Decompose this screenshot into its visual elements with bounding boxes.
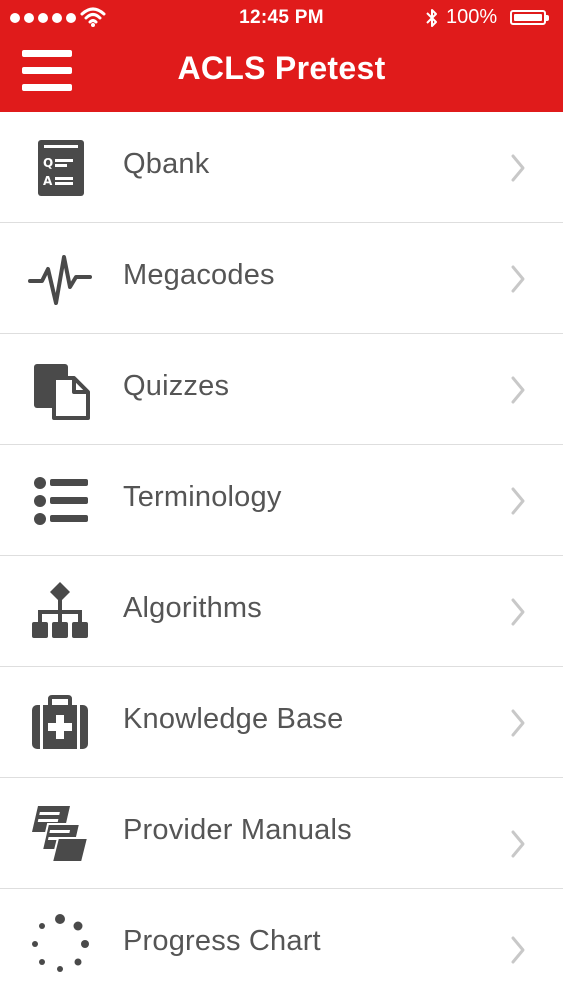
menu-item-qbank[interactable]: Q A Qbank: [0, 112, 563, 223]
menu-item-label: Algorithms: [123, 592, 262, 624]
battery-percentage: 100%: [446, 6, 498, 28]
bluetooth-icon: [426, 9, 437, 27]
menu-item-quizzes[interactable]: Quizzes: [0, 334, 563, 445]
bulleted-list-icon: [34, 477, 88, 525]
svg-text:Q: Q: [43, 156, 53, 170]
menu-item-label: Provider Manuals: [123, 814, 352, 846]
menu-item-progress-chart[interactable]: Progress Chart: [0, 889, 563, 1000]
menu-item-label: Megacodes: [123, 259, 275, 291]
page-title: ACLS Pretest: [177, 50, 386, 86]
menu-item-terminology[interactable]: Terminology: [0, 445, 563, 556]
menu-item-algorithms[interactable]: Algorithms: [0, 556, 563, 667]
flowchart-icon: [32, 582, 88, 638]
heartbeat-icon: [28, 255, 92, 305]
medical-kit-icon: [32, 695, 88, 749]
chevron-right-icon: [511, 265, 525, 293]
loading-dots-icon: [32, 914, 89, 972]
menu-item-knowledge-base[interactable]: Knowledge Base: [0, 667, 563, 778]
menu-item-label: Quizzes: [123, 370, 230, 402]
main-menu-list: Q A Qbank Megacodes Quizzes Terminology …: [0, 112, 563, 1000]
svg-text:A: A: [43, 174, 53, 188]
menu-item-label: Terminology: [123, 481, 282, 513]
menu-item-label: Progress Chart: [123, 925, 321, 957]
chevron-right-icon: [511, 376, 525, 404]
chevron-right-icon: [511, 154, 525, 182]
books-icon: [32, 806, 90, 863]
chevron-right-icon: [511, 830, 525, 858]
documents-icon: [34, 364, 90, 420]
menu-item-label: Knowledge Base: [123, 703, 344, 735]
app-header: 12:45 PM 100% ACLS Pretest: [0, 0, 563, 112]
menu-item-label: Qbank: [123, 148, 210, 180]
menu-item-provider-manuals[interactable]: Provider Manuals: [0, 778, 563, 889]
status-bar: 12:45 PM 100%: [0, 0, 563, 38]
battery-icon: [510, 10, 549, 25]
chevron-right-icon: [511, 709, 525, 737]
chevron-right-icon: [511, 487, 525, 515]
qa-sheet-icon: Q A: [38, 140, 84, 196]
chevron-right-icon: [511, 598, 525, 626]
chevron-right-icon: [511, 936, 525, 964]
menu-item-megacodes[interactable]: Megacodes: [0, 223, 563, 334]
